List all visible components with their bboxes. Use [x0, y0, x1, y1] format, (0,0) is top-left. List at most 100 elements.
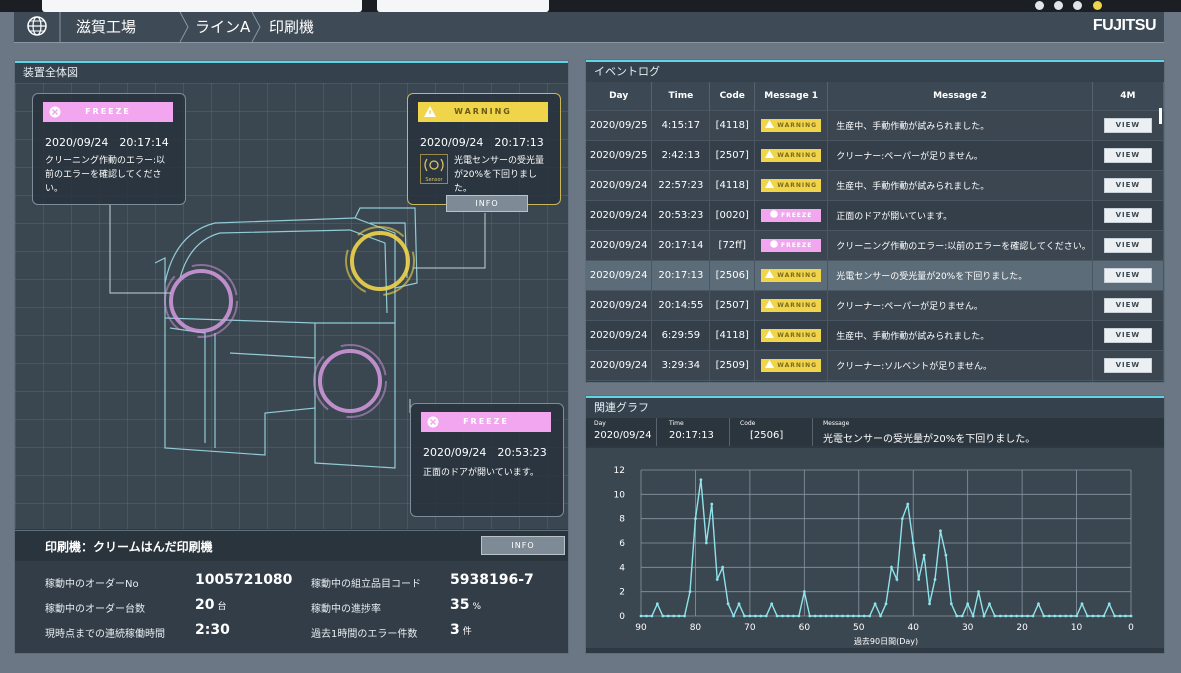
- data-point: [1107, 602, 1111, 606]
- star-icon[interactable]: [1054, 1, 1063, 10]
- browser-tab[interactable]: [377, 0, 549, 12]
- view-button[interactable]: VIEW: [1103, 148, 1152, 163]
- day-cell: 2020/09/25: [586, 140, 653, 171]
- view-button[interactable]: VIEW: [1103, 178, 1152, 193]
- x-tick-label: 80: [690, 623, 702, 633]
- graph-code-label: Code: [740, 420, 756, 427]
- data-point: [672, 614, 676, 618]
- time-cell: 20:17:14: [651, 230, 711, 261]
- column-header[interactable]: Message 2: [827, 82, 1093, 111]
- sensor-icon: Sensor: [420, 154, 448, 184]
- data-point: [802, 590, 806, 594]
- day-cell: 2020/09/25: [586, 110, 653, 141]
- extension-icon[interactable]: [1035, 1, 1044, 10]
- action-cell: VIEW: [1092, 170, 1164, 201]
- view-button[interactable]: VIEW: [1103, 118, 1152, 133]
- data-point: [841, 614, 844, 618]
- data-point: [857, 614, 861, 618]
- series-line: [641, 479, 1131, 619]
- data-point: [1047, 614, 1051, 618]
- graph-code-cell: Code [2506]: [730, 418, 813, 446]
- scrollbar[interactable]: [1159, 108, 1162, 124]
- status-cell: WARNING: [754, 290, 829, 321]
- status-label: FREEZE: [780, 212, 813, 219]
- y-tick-label: 0: [619, 612, 625, 622]
- time-cell: 4:15:17: [651, 110, 711, 141]
- settings-icon[interactable]: [1073, 1, 1082, 10]
- data-point: [666, 614, 670, 618]
- view-button[interactable]: VIEW: [1103, 268, 1152, 283]
- machine-stats: 稼動中のオーダーNo 1005721080 稼動中の組立品目コード 593819…: [15, 561, 568, 653]
- data-point: [1031, 614, 1035, 618]
- table-row[interactable]: 2020/09/25 4:15:17 [4118] WARNING 生産中、手動作動が試…: [586, 110, 1164, 141]
- table-row[interactable]: 2020/09/24 20:53:23 [0020] FREEZE 正面のドアが開いてい…: [586, 200, 1164, 231]
- close-circle-icon: [49, 106, 61, 118]
- machine-diagram-area: FREEZE 2020/09/24 20:17:14 クリーニング作動のエラー:…: [15, 83, 568, 529]
- data-point: [677, 614, 681, 618]
- status-label: WARNING: [777, 152, 818, 159]
- view-button[interactable]: VIEW: [1103, 238, 1152, 253]
- status-label: WARNING: [777, 272, 818, 279]
- table-row[interactable]: 2020/09/24 20:17:13 [2506] WARNING 光電センサーの受光…: [586, 260, 1164, 291]
- freeze-badge: FREEZE: [43, 102, 173, 122]
- data-point: [911, 541, 915, 545]
- time-cell: 22:57:23: [651, 170, 711, 201]
- view-button[interactable]: VIEW: [1103, 358, 1152, 373]
- code-cell: [2507]: [709, 290, 756, 321]
- graph-day-label: Day: [594, 420, 606, 427]
- browser-tab[interactable]: [42, 0, 362, 12]
- avatar[interactable]: [1093, 1, 1102, 10]
- status-label: WARNING: [777, 332, 818, 339]
- breadcrumb-separator: [59, 12, 61, 42]
- graph-message-label: Message: [823, 420, 850, 427]
- data-point: [699, 478, 703, 482]
- globe-icon[interactable]: [26, 15, 48, 37]
- code-cell: [72ff]: [709, 380, 756, 382]
- data-point: [868, 614, 872, 618]
- data-point: [1075, 614, 1078, 618]
- column-header[interactable]: Message 1: [754, 82, 829, 111]
- view-button[interactable]: VIEW: [1103, 328, 1152, 343]
- data-point: [683, 614, 686, 618]
- table-row[interactable]: 2020/09/24 22:57:23 [4118] WARNING 生産中、手動作動が…: [586, 170, 1164, 201]
- status-badge: FREEZE: [761, 209, 822, 222]
- status-label: FREEZE: [780, 242, 813, 249]
- data-point: [715, 578, 719, 581]
- view-button[interactable]: VIEW: [1103, 208, 1152, 223]
- machine-info-button[interactable]: INFO: [481, 536, 565, 555]
- x-axis-label: 過去90日間(Day): [854, 636, 918, 646]
- line-chart: 0 2 4 6 8 10 12 90 80 70 60 50 40 30 20 10 0 過去90日間(Day): [614, 466, 1135, 646]
- info-button[interactable]: INFO: [446, 195, 528, 212]
- graph-time-value: 20:17:13: [669, 430, 714, 441]
- status-badge: WARNING: [761, 119, 822, 132]
- freeze-callout: FREEZE 2020/09/24 20:53:23 正面のドアが開いています。: [410, 403, 564, 517]
- breadcrumb-line[interactable]: ラインA: [195, 16, 250, 37]
- column-header[interactable]: Day: [586, 82, 653, 111]
- data-point: [688, 590, 692, 594]
- column-header[interactable]: 4M: [1092, 82, 1164, 111]
- column-header[interactable]: Code: [709, 82, 756, 111]
- event-log-table: Day Time Code Message 1 Message 2 4M 202…: [586, 82, 1164, 382]
- callout-message: 光電センサーの受光量が20%を下回りました。: [454, 156, 545, 194]
- table-row[interactable]: 2020/09/24 20:14:55 [2507] WARNING クリーナー:ペーパ…: [586, 290, 1164, 321]
- chart-area: 0 2 4 6 8 10 12 90 80 70 60 50 40 30 20 10 0 過去90日間(Day): [586, 448, 1164, 648]
- code-cell: [0020]: [709, 200, 756, 231]
- breadcrumb-factory[interactable]: 滋賀工場: [76, 16, 136, 37]
- table-row[interactable]: 2020/09/24 6:29:59 [4118] WARNING 生産中、手動作動が試…: [586, 320, 1164, 351]
- view-button[interactable]: VIEW: [1103, 298, 1152, 313]
- table-row[interactable]: 2020/09/243:27:06[72ff]FREEZEクリーニング作動のエラ…: [586, 380, 1164, 382]
- table-row[interactable]: 2020/09/24 20:17:14 [72ff] FREEZE クリーニング作動のエ…: [586, 230, 1164, 261]
- time-cell: 6:29:59: [651, 320, 711, 351]
- table-row[interactable]: 2020/09/25 2:42:13 [2507] WARNING クリーナー:ペーパー…: [586, 140, 1164, 171]
- message-cell: クリーナー:ペーパーが足りません。: [827, 140, 1093, 171]
- callout-time: 2020/09/24 20:53:23: [423, 446, 547, 459]
- data-point: [830, 614, 833, 618]
- stat-value: 5938196-7: [450, 572, 534, 588]
- data-point: [1026, 614, 1029, 618]
- data-point: [792, 614, 795, 618]
- close-circle-icon: [770, 210, 778, 218]
- close-circle-icon: [427, 416, 439, 428]
- column-header[interactable]: Time: [651, 82, 711, 111]
- data-point: [732, 614, 735, 618]
- table-row[interactable]: 2020/09/24 3:29:34 [2509] WARNING クリーナー:ソルベン…: [586, 350, 1164, 381]
